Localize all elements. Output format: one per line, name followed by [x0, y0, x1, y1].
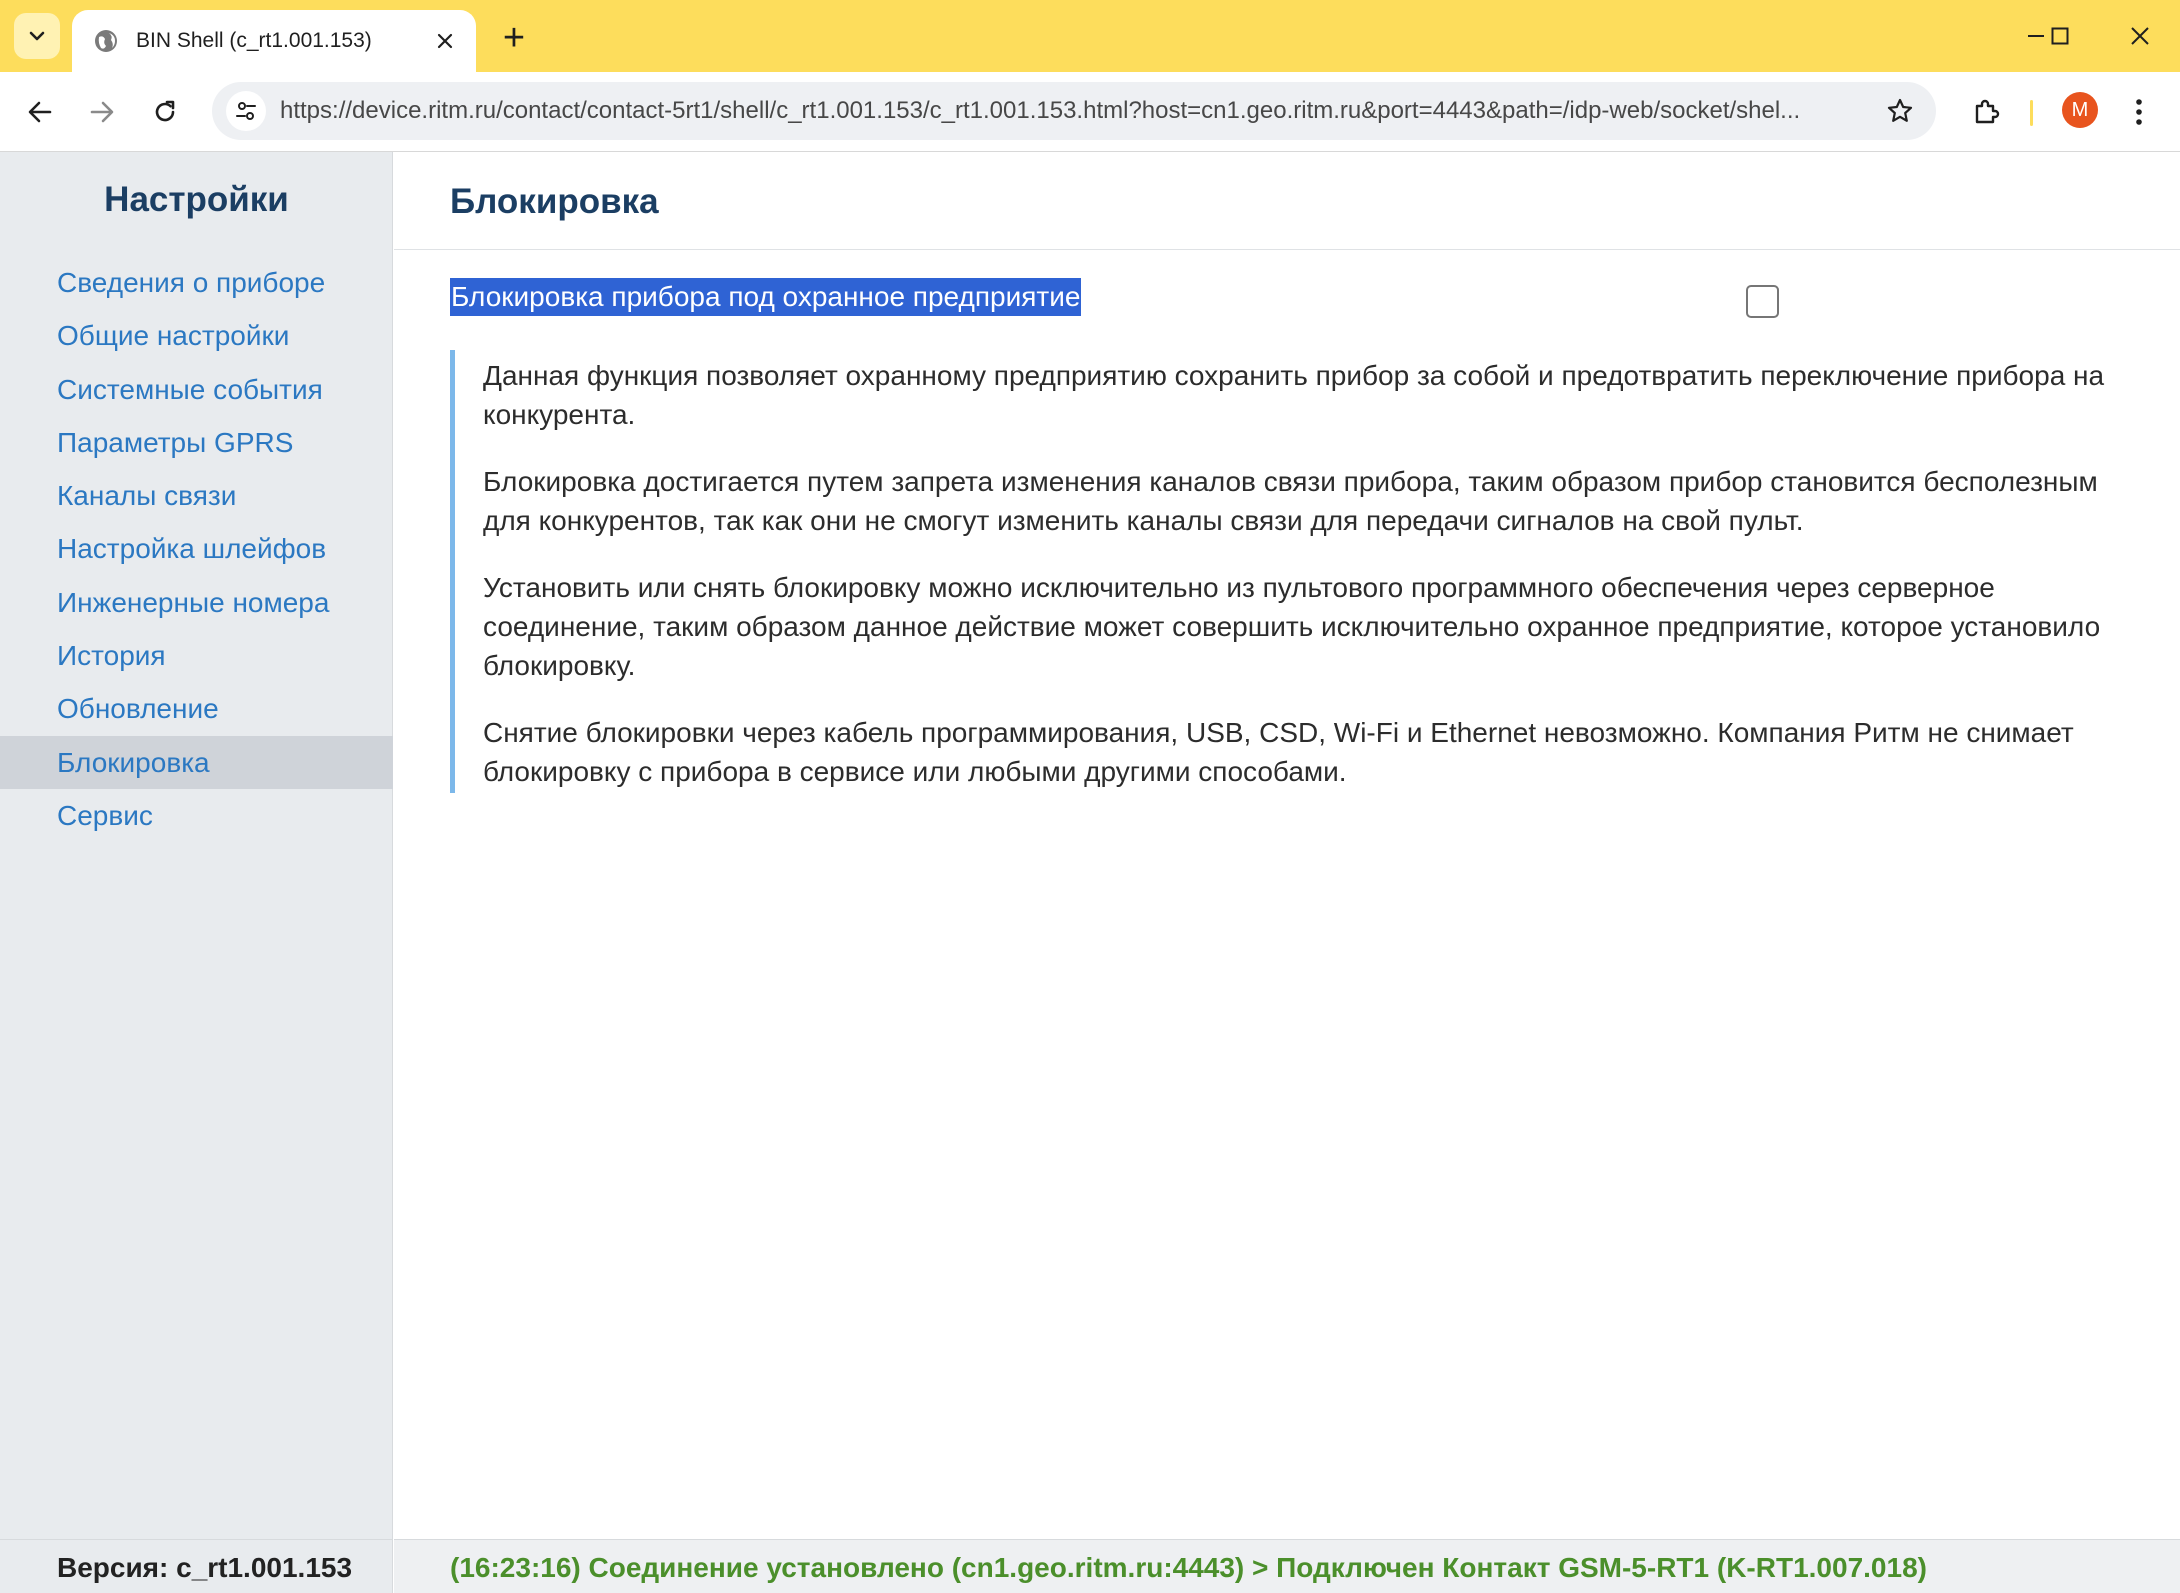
- lock-checkbox[interactable]: [1746, 285, 1779, 318]
- back-icon[interactable]: [18, 90, 62, 134]
- lock-setting-label: Блокировка прибора под охранное предприя…: [450, 278, 1082, 316]
- url-text[interactable]: https://device.ritm.ru/contact/contact-5…: [280, 97, 1868, 125]
- sidebar-item-system-events[interactable]: Системные события: [0, 363, 393, 416]
- tab-search-icon[interactable]: [14, 13, 60, 59]
- sidebar-item-update[interactable]: Обновление: [0, 682, 393, 735]
- sidebar-item-loops[interactable]: Настройка шлейфов: [0, 522, 393, 575]
- lock-setting-row: Блокировка прибора под охранное предприя…: [450, 278, 1082, 318]
- sidebar-item-history[interactable]: История: [0, 629, 393, 682]
- sidebar-item-device-info[interactable]: Сведения о приборе: [0, 256, 393, 309]
- main-content: Блокировка Блокировка прибора под охранн…: [394, 152, 2180, 1539]
- description-paragraph: Блокировка достигается путем запрета изм…: [483, 466, 2098, 536]
- browser-tab-active[interactable]: BIN Shell (c_rt1.001.153): [72, 10, 476, 72]
- version-footer: Версия: c_rt1.001.153: [0, 1539, 393, 1593]
- forward-icon[interactable]: [80, 90, 124, 134]
- description-paragraph: Установить или снять блокировку можно ис…: [483, 572, 2101, 681]
- browser-toolbar: https://device.ritm.ru/contact/contact-5…: [0, 72, 2180, 152]
- bookmark-star-icon[interactable]: [1880, 91, 1920, 131]
- lock-description: Данная функция позволяет охранному предп…: [450, 350, 2130, 793]
- version-label: Версия: c_rt1.001.153: [57, 1552, 353, 1583]
- description-paragraph: Снятие блокировки через кабель программи…: [483, 717, 2074, 787]
- maximize-icon[interactable]: [2038, 14, 2082, 58]
- reload-icon[interactable]: [143, 90, 187, 134]
- connection-status: (16:23:16) Соединение установлено (cn1.g…: [450, 1552, 1927, 1583]
- globe-icon: [92, 27, 120, 55]
- extensions-icon[interactable]: [1964, 90, 2008, 134]
- sidebar-title: Настройки: [104, 180, 289, 219]
- sidebar-item-lock[interactable]: Блокировка: [0, 735, 393, 789]
- sidebar-item-general-settings[interactable]: Общие настройки: [0, 309, 393, 362]
- site-info-icon[interactable]: [226, 91, 266, 131]
- sidebar-item-channels[interactable]: Каналы связи: [0, 469, 393, 522]
- close-icon[interactable]: [430, 26, 460, 56]
- sidebar-item-engineer-numbers[interactable]: Инженерные номера: [0, 576, 393, 629]
- description-paragraph: Данная функция позволяет охранному предп…: [483, 360, 2105, 430]
- status-bar: (16:23:16) Соединение установлено (cn1.g…: [394, 1539, 2180, 1593]
- tab-title: BIN Shell (c_rt1.001.153): [136, 29, 372, 52]
- page-header: Блокировка: [394, 152, 2180, 250]
- sidebar-item-gprs[interactable]: Параметры GPRS: [0, 416, 393, 469]
- address-bar[interactable]: https://device.ritm.ru/contact/contact-5…: [212, 82, 1936, 140]
- sidebar-menu: Сведения о приборе Общие настройки Систе…: [0, 256, 393, 842]
- kebab-menu-icon[interactable]: [2124, 90, 2154, 134]
- settings-sidebar: Настройки Сведения о приборе Общие настр…: [0, 152, 393, 1539]
- page-title: Блокировка: [450, 182, 659, 221]
- toolbar-divider: [2030, 100, 2033, 126]
- window-close-icon[interactable]: [2118, 14, 2162, 58]
- sidebar-item-service[interactable]: Сервис: [0, 789, 393, 842]
- profile-avatar[interactable]: M: [2062, 92, 2098, 128]
- browser-tab-bar: BIN Shell (c_rt1.001.153) +: [0, 0, 2180, 72]
- new-tab-button[interactable]: +: [492, 16, 536, 60]
